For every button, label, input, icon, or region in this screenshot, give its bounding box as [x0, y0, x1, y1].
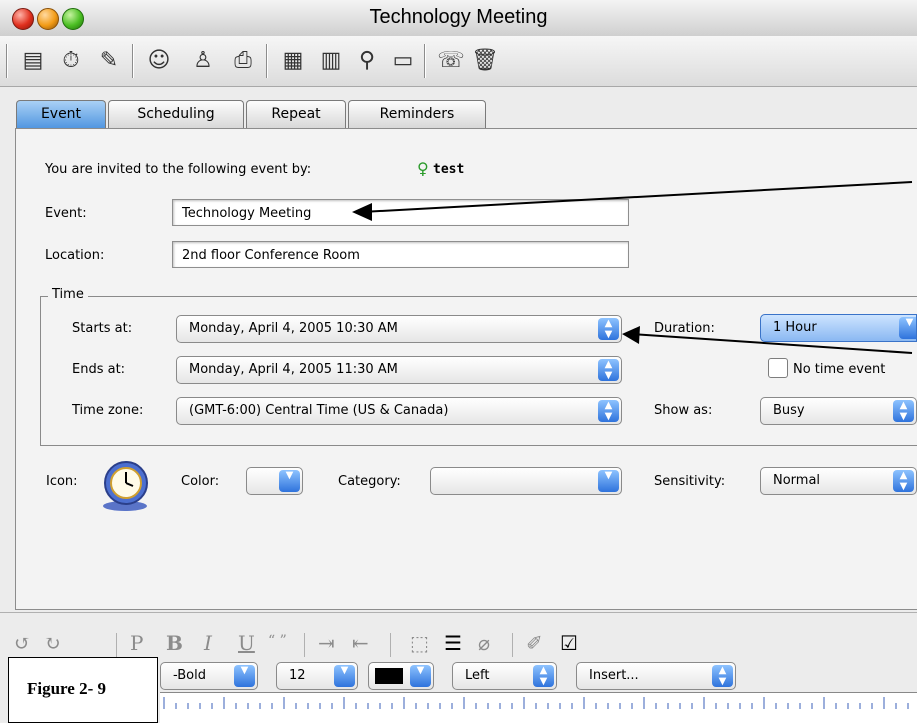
toolbar-separator: [304, 633, 305, 657]
figure-caption-box: Figure 2- 9: [8, 657, 158, 723]
redo-icon[interactable]: ↻: [44, 631, 61, 655]
event-window: Technology Meeting ▤ ⏱ ✎ ☺ ♙ ⎙ ▦ ▥ ⚲ ▭ ☏…: [0, 0, 917, 723]
insert-value: Insert...: [589, 668, 639, 683]
chevron-down-icon: ▼: [410, 665, 431, 687]
italic-icon[interactable]: I: [204, 631, 212, 655]
size-value: 12: [289, 668, 306, 683]
table-icon[interactable]: ⬚: [410, 631, 429, 655]
attach-icon[interactable]: ⌀: [478, 631, 490, 655]
align-value: Left: [465, 668, 490, 683]
toolbar-separator: [390, 633, 391, 657]
insert-popup[interactable]: Insert... ▲ ▼: [576, 662, 736, 690]
chevron-down-icon: ▼: [334, 665, 355, 687]
arrow-head: [352, 203, 372, 221]
paragraph-icon[interactable]: P: [130, 631, 143, 655]
bold-icon[interactable]: B: [166, 631, 183, 655]
underline-icon[interactable]: U: [238, 631, 255, 655]
spellcheck-icon[interactable]: ✐: [526, 631, 543, 655]
outdent-icon[interactable]: ⇤: [352, 631, 369, 655]
font-value: -Bold: [173, 668, 206, 683]
indent-icon[interactable]: ⇥: [318, 631, 335, 655]
list-icon[interactable]: ☰: [444, 631, 462, 655]
chevron-down-icon: ▼: [234, 665, 255, 687]
undo-icon[interactable]: ↺: [14, 631, 31, 655]
size-popup[interactable]: 12 ▼: [276, 662, 358, 690]
align-popup[interactable]: Left ▲ ▼: [452, 662, 557, 690]
toolbar-separator: [116, 633, 117, 657]
color-swatch: [375, 668, 403, 684]
toolbar-separator: [512, 633, 513, 657]
quote-icon[interactable]: “ ”: [268, 633, 287, 649]
figure-caption: Figure 2- 9: [27, 679, 107, 698]
ruler-ticks: [163, 697, 909, 709]
checkbox-icon[interactable]: ☑: [560, 631, 578, 655]
ruler[interactable]: [160, 692, 917, 723]
chevron-updown-icon: ▲ ▼: [533, 665, 554, 687]
chevron-updown-icon: ▲ ▼: [712, 665, 733, 687]
arrow-head: [622, 326, 640, 344]
font-popup[interactable]: -Bold ▼: [160, 662, 258, 690]
text-color-popup[interactable]: ▼: [368, 662, 434, 690]
